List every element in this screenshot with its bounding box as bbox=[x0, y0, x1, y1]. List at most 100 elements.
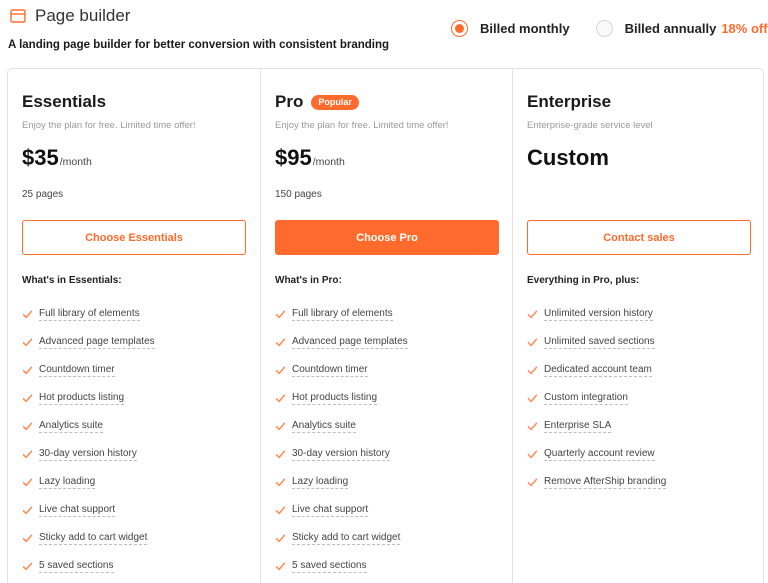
feature-item: Custom integration bbox=[527, 392, 666, 420]
check-icon bbox=[275, 394, 286, 403]
check-icon bbox=[275, 478, 286, 487]
feature-label[interactable]: 30-day version history bbox=[292, 448, 390, 461]
features-heading: What's in Essentials: bbox=[22, 275, 122, 286]
feature-item: Full library of elements bbox=[275, 308, 408, 336]
plan-name: Enterprise bbox=[527, 92, 612, 111]
feature-label[interactable]: Live chat support bbox=[39, 504, 116, 517]
check-icon bbox=[22, 534, 33, 543]
feature-label[interactable]: Lazy loading bbox=[292, 476, 349, 489]
feature-label[interactable]: Full library of elements bbox=[292, 308, 393, 321]
check-icon bbox=[275, 506, 286, 515]
feature-item: 30-day version history bbox=[275, 448, 408, 476]
feature-label[interactable]: Countdown timer bbox=[39, 364, 115, 377]
billed-monthly-radio[interactable] bbox=[451, 20, 468, 37]
plan-name: Pro Popular bbox=[275, 92, 359, 112]
feature-list: Full library of elements Advanced page te… bbox=[275, 308, 408, 583]
billed-annually-radio[interactable] bbox=[595, 20, 613, 37]
feature-item: Analytics suite bbox=[275, 420, 408, 448]
plan-price: Custom bbox=[527, 145, 609, 171]
check-icon bbox=[22, 338, 33, 347]
feature-label[interactable]: Sticky add to cart widget bbox=[292, 532, 401, 545]
contact-sales-button[interactable]: Contact sales bbox=[527, 220, 751, 255]
feature-label[interactable]: Advanced page templates bbox=[39, 336, 155, 349]
feature-label[interactable]: 30-day version history bbox=[39, 448, 137, 461]
check-icon bbox=[22, 366, 33, 375]
feature-label[interactable]: Analytics suite bbox=[292, 420, 356, 433]
feature-item: Hot products listing bbox=[275, 392, 408, 420]
plan-tagline: Enterprise-grade service level bbox=[527, 120, 653, 131]
page-builder-icon bbox=[10, 9, 26, 23]
plan-pages: 25 pages bbox=[22, 189, 64, 200]
check-icon bbox=[275, 338, 286, 347]
check-icon bbox=[22, 478, 33, 487]
feature-label[interactable]: Custom integration bbox=[544, 392, 628, 405]
feature-label[interactable]: Full library of elements bbox=[39, 308, 140, 321]
billed-annually-option[interactable]: Billed annually 18% off bbox=[595, 20, 768, 37]
check-icon bbox=[275, 562, 286, 571]
feature-item: 5 saved sections bbox=[275, 560, 408, 583]
feature-label[interactable]: Dedicated account team bbox=[544, 364, 652, 377]
feature-item: 30-day version history bbox=[22, 448, 155, 476]
billed-monthly-option[interactable]: Billed monthly bbox=[451, 20, 570, 37]
plan-price: $35 /month bbox=[22, 145, 92, 171]
billed-annually-label: Billed annually bbox=[624, 21, 717, 36]
plan-tagline: Enjoy the plan for free. Limited time of… bbox=[22, 120, 196, 131]
feature-item: Countdown timer bbox=[275, 364, 408, 392]
feature-item: Full library of elements bbox=[22, 308, 155, 336]
feature-label[interactable]: Live chat support bbox=[292, 504, 369, 517]
feature-item: Quarterly account review bbox=[527, 448, 666, 476]
feature-label[interactable]: Remove AfterShip branding bbox=[544, 476, 667, 489]
feature-label[interactable]: Analytics suite bbox=[39, 420, 103, 433]
feature-item: Unlimited saved sections bbox=[527, 336, 666, 364]
price-period: /month bbox=[59, 156, 92, 168]
feature-label[interactable]: Unlimited version history bbox=[544, 308, 653, 321]
price-amount: $95 bbox=[275, 145, 312, 170]
check-icon bbox=[275, 366, 286, 375]
feature-item: 5 saved sections bbox=[22, 560, 155, 583]
billed-monthly-label: Billed monthly bbox=[480, 21, 570, 36]
check-icon bbox=[275, 422, 286, 431]
feature-item: Countdown timer bbox=[22, 364, 155, 392]
feature-label[interactable]: Quarterly account review bbox=[544, 448, 655, 461]
feature-item: Unlimited version history bbox=[527, 308, 666, 336]
feature-label[interactable]: Advanced page templates bbox=[292, 336, 408, 349]
feature-label[interactable]: Hot products listing bbox=[292, 392, 378, 405]
plan-essentials: Essentials Enjoy the plan for free. Limi… bbox=[8, 69, 260, 583]
check-icon bbox=[22, 394, 33, 403]
check-icon bbox=[22, 562, 33, 571]
feature-label[interactable]: Sticky add to cart widget bbox=[39, 532, 148, 545]
check-icon bbox=[527, 366, 538, 375]
feature-item: Sticky add to cart widget bbox=[22, 532, 155, 560]
choose-pro-button[interactable]: Choose Pro bbox=[275, 220, 499, 255]
check-icon bbox=[527, 310, 538, 319]
feature-label[interactable]: 5 saved sections bbox=[39, 560, 114, 573]
feature-label[interactable]: Unlimited saved sections bbox=[544, 336, 655, 349]
features-heading: Everything in Pro, plus: bbox=[527, 275, 640, 286]
check-icon bbox=[527, 478, 538, 487]
feature-list: Unlimited version history Unlimited saved… bbox=[527, 308, 667, 504]
feature-label[interactable]: Hot products listing bbox=[39, 392, 125, 405]
check-icon bbox=[527, 422, 538, 431]
feature-label[interactable]: Countdown timer bbox=[292, 364, 368, 377]
feature-item: Advanced page templates bbox=[22, 336, 155, 364]
feature-label[interactable]: Enterprise SLA bbox=[544, 420, 612, 433]
page-header: Page builder bbox=[10, 6, 130, 26]
check-icon bbox=[22, 310, 33, 319]
page-subtitle: A landing page builder for better conver… bbox=[8, 39, 390, 51]
popular-badge: Popular bbox=[311, 94, 359, 110]
feature-item: Live chat support bbox=[275, 504, 408, 532]
price-period: /month bbox=[312, 156, 345, 168]
check-icon bbox=[527, 450, 538, 459]
check-icon bbox=[22, 450, 33, 459]
plan-pages: 150 pages bbox=[275, 189, 322, 200]
choose-essentials-button[interactable]: Choose Essentials bbox=[22, 220, 246, 255]
feature-label[interactable]: 5 saved sections bbox=[292, 560, 367, 573]
check-icon bbox=[275, 310, 286, 319]
feature-label[interactable]: Lazy loading bbox=[39, 476, 96, 489]
feature-item: Live chat support bbox=[22, 504, 155, 532]
feature-item: Dedicated account team bbox=[527, 364, 666, 392]
annual-discount-badge: 18% off bbox=[721, 21, 768, 36]
plan-pro: Pro Popular Enjoy the plan for free. Lim… bbox=[260, 69, 512, 583]
check-icon bbox=[527, 338, 538, 347]
feature-item: Sticky add to cart widget bbox=[275, 532, 408, 560]
